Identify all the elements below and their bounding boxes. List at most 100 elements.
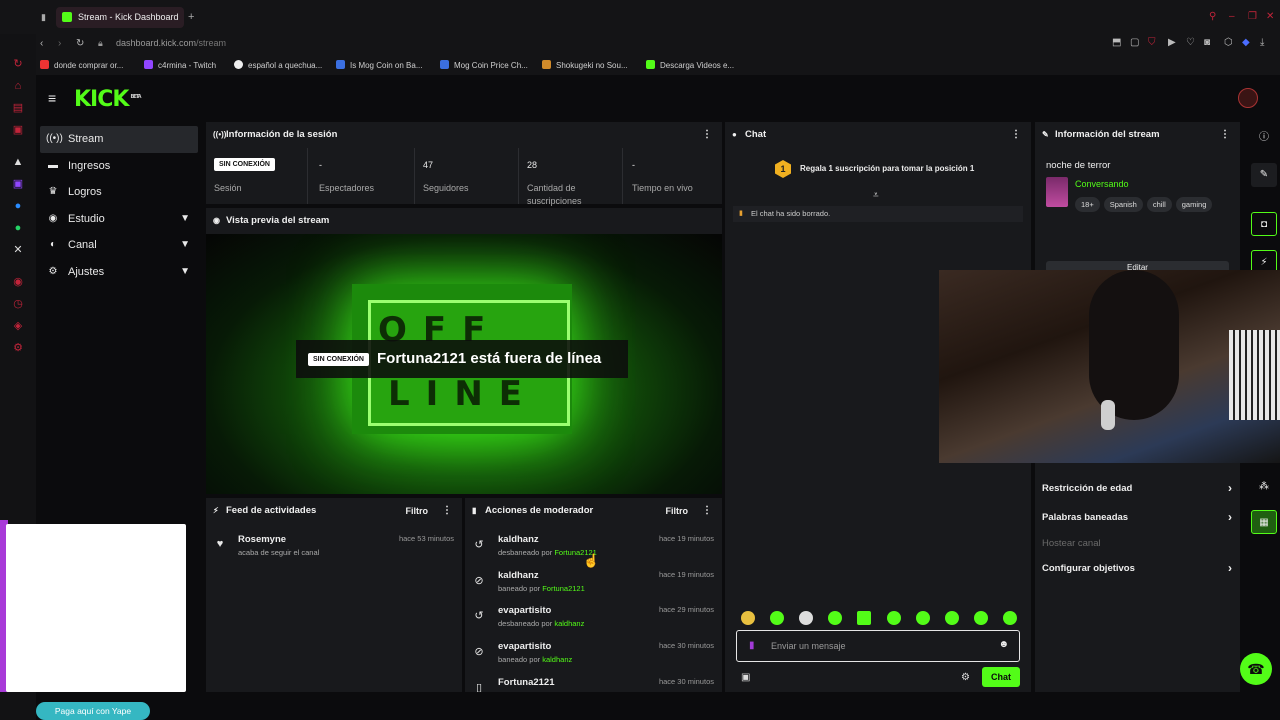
kebab-menu-icon[interactable]: ⋮ — [702, 122, 712, 148]
user-name[interactable]: kaldhanz — [498, 534, 539, 545]
kebab-menu-icon[interactable]: ⋮ — [442, 498, 452, 524]
bookmark-item[interactable]: Mog Coin Price Ch... — [440, 60, 528, 70]
player-icon[interactable]: ▶ — [1168, 37, 1176, 48]
help-chat-icon[interactable]: ☎ — [1240, 653, 1272, 685]
filter-button[interactable]: Filtro — [406, 498, 429, 524]
info-icon[interactable]: ⓘ — [1251, 126, 1277, 150]
twitch-icon[interactable]: ▣ — [12, 178, 24, 190]
back-icon[interactable]: ‹ — [40, 38, 43, 49]
download-icon[interactable]: ⤓ — [1260, 37, 1264, 48]
video-icon[interactable]: ▣ — [12, 124, 24, 136]
bookmark-item[interactable]: español a quechua... — [234, 60, 322, 70]
list-item[interactable]: ⊘ kaldhanz baneado por Fortuna2121 hace … — [473, 570, 714, 606]
emote-icon[interactable] — [1003, 611, 1017, 625]
nav-item-ajustes[interactable]: ⚙ Ajustes ▼ — [40, 259, 198, 286]
bookmark-item[interactable]: Shokugeki no Sou... — [542, 60, 628, 70]
aria-icon[interactable]: ↻ — [12, 58, 24, 70]
settings-icon[interactable]: ⚙ — [12, 342, 24, 354]
player-icon[interactable]: ◉ — [12, 276, 24, 288]
new-tab-icon[interactable]: + — [188, 11, 194, 23]
hamburger-menu-icon[interactable]: ≡ — [48, 91, 56, 105]
user-name[interactable]: Rosemyne — [238, 534, 286, 545]
nav-item-estudio[interactable]: ◉ Estudio ▼ — [40, 206, 198, 233]
emote-icon[interactable] — [770, 611, 784, 625]
microphone-icon[interactable]: ▮ — [749, 640, 755, 651]
vpn-icon[interactable]: ◆ — [1242, 37, 1250, 48]
send-chat-button[interactable]: Chat — [982, 667, 1020, 687]
host-channel-item[interactable]: Hostear canal — [1042, 538, 1232, 549]
triangle-icon[interactable]: ▲ — [12, 156, 24, 168]
bookmark-item[interactable]: c4rmina - Twitch — [144, 60, 216, 70]
kebab-menu-icon[interactable]: ⋮ — [702, 498, 712, 524]
gift-leaderboard-text[interactable]: Regala 1 suscripción para tomar la posic… — [800, 164, 974, 173]
age-restriction-item[interactable]: Restricción de edad › — [1042, 481, 1232, 495]
messages-icon[interactable]: ▤ — [12, 102, 24, 114]
gear-icon[interactable]: ⚙ — [961, 672, 970, 683]
category-link[interactable]: Conversando — [1075, 179, 1129, 189]
category-thumbnail[interactable] — [1046, 177, 1068, 207]
messenger-icon[interactable]: ● — [12, 200, 24, 212]
user-name[interactable]: evapartisito — [498, 605, 551, 616]
maximize-icon[interactable]: ❐ — [1248, 11, 1257, 22]
reload-icon[interactable]: ↻ — [76, 38, 84, 49]
extensions-icon[interactable]: ⬡ — [1224, 37, 1233, 48]
gift-icon[interactable]: ▣ — [741, 672, 750, 683]
moderator-name[interactable]: kaldhanz — [554, 619, 584, 628]
banned-words-item[interactable]: Palabras baneadas › — [1042, 510, 1232, 524]
collapse-icon[interactable]: ⩡ — [873, 190, 879, 201]
scan-icon[interactable]: ◘ — [1251, 212, 1277, 236]
tag[interactable]: chill — [1146, 197, 1172, 212]
emote-icon[interactable] — [887, 611, 901, 625]
x-icon[interactable]: ✕ — [12, 244, 24, 256]
list-item[interactable]: ▯ Fortuna2121 hace 30 minutos — [473, 677, 714, 692]
forward-icon[interactable]: › — [58, 38, 61, 49]
configure-goals-item[interactable]: Configurar objetivos › — [1042, 561, 1232, 575]
user-name[interactable]: kaldhanz — [498, 570, 539, 581]
chat-input[interactable]: ▮ Enviar un mensaje ☻ — [736, 630, 1020, 662]
heart-icon[interactable]: ♡ — [1186, 37, 1195, 48]
tag[interactable]: 18+ — [1075, 197, 1100, 212]
list-item[interactable]: ♥ Rosemyne acaba de seguir el canal hace… — [214, 534, 454, 570]
emote-icon[interactable] — [916, 611, 930, 625]
user-name[interactable]: evapartisito — [498, 641, 551, 652]
emote-icon[interactable] — [799, 611, 813, 625]
shield-icon[interactable]: ⛉ — [1148, 37, 1156, 48]
moderator-name[interactable]: kaldhanz — [542, 655, 572, 664]
kebab-menu-icon[interactable]: ⋮ — [1011, 122, 1021, 148]
snapshot-icon[interactable]: ⬒ — [1112, 37, 1121, 48]
camera-icon[interactable]: ◙ — [1204, 37, 1210, 48]
bookmark-item[interactable]: Descarga Videos e... — [646, 60, 734, 70]
moderator-name[interactable]: Fortuna2121 — [542, 584, 585, 593]
emote-icon[interactable] — [741, 611, 755, 625]
tab-stream-dashboard[interactable]: Stream - Kick Dashboard — [56, 7, 184, 28]
user-name[interactable]: Fortuna2121 — [498, 677, 555, 688]
url-field[interactable]: dashboard.kick.com/stream — [116, 38, 226, 48]
bookmark-item[interactable]: Is Mog Coin on Ba... — [336, 60, 422, 70]
whatsapp-icon[interactable]: ● — [12, 222, 24, 234]
emote-icon[interactable] — [857, 611, 871, 625]
tag[interactable]: Spanish — [1103, 197, 1143, 212]
nav-item-stream[interactable]: ((•)) Stream — [40, 126, 198, 153]
clapper-icon[interactable]: ▦ — [1251, 510, 1277, 534]
search-tabs-icon[interactable]: ⚲ — [1209, 11, 1216, 22]
emote-icon[interactable] — [945, 611, 959, 625]
tab-icon[interactable]: ▮ — [41, 12, 46, 23]
kebab-menu-icon[interactable]: ⋮ — [1220, 122, 1230, 148]
nav-item-ingresos[interactable]: ▬ Ingresos — [40, 153, 198, 180]
preview-video[interactable]: OFF LINE SIN CONEXIÓN Fortuna2121 está f… — [206, 234, 722, 494]
avatar[interactable] — [1238, 88, 1258, 108]
emote-icon[interactable] — [828, 611, 842, 625]
tag[interactable]: gaming — [1175, 197, 1213, 212]
yape-pay-button[interactable]: Paga aquí con Yape — [36, 702, 150, 720]
filter-button[interactable]: Filtro — [666, 498, 689, 524]
nav-item-canal[interactable]: ◐ Canal ▼ — [40, 232, 198, 259]
minimize-icon[interactable]: – — [1229, 11, 1235, 22]
shopping-icon[interactable]: ⌂ — [12, 80, 24, 92]
emote-icon[interactable] — [974, 611, 988, 625]
history-icon[interactable]: ◷ — [12, 298, 24, 310]
pencil-icon[interactable]: ✎ — [1251, 163, 1277, 187]
crop-icon[interactable]: ▢ — [1130, 37, 1139, 48]
list-item[interactable]: ↺ evapartisito desbaneado por kaldhanz h… — [473, 605, 714, 641]
emoji-icon[interactable]: ☻ — [998, 639, 1009, 650]
nav-item-logros[interactable]: ♛ Logros — [40, 179, 198, 206]
